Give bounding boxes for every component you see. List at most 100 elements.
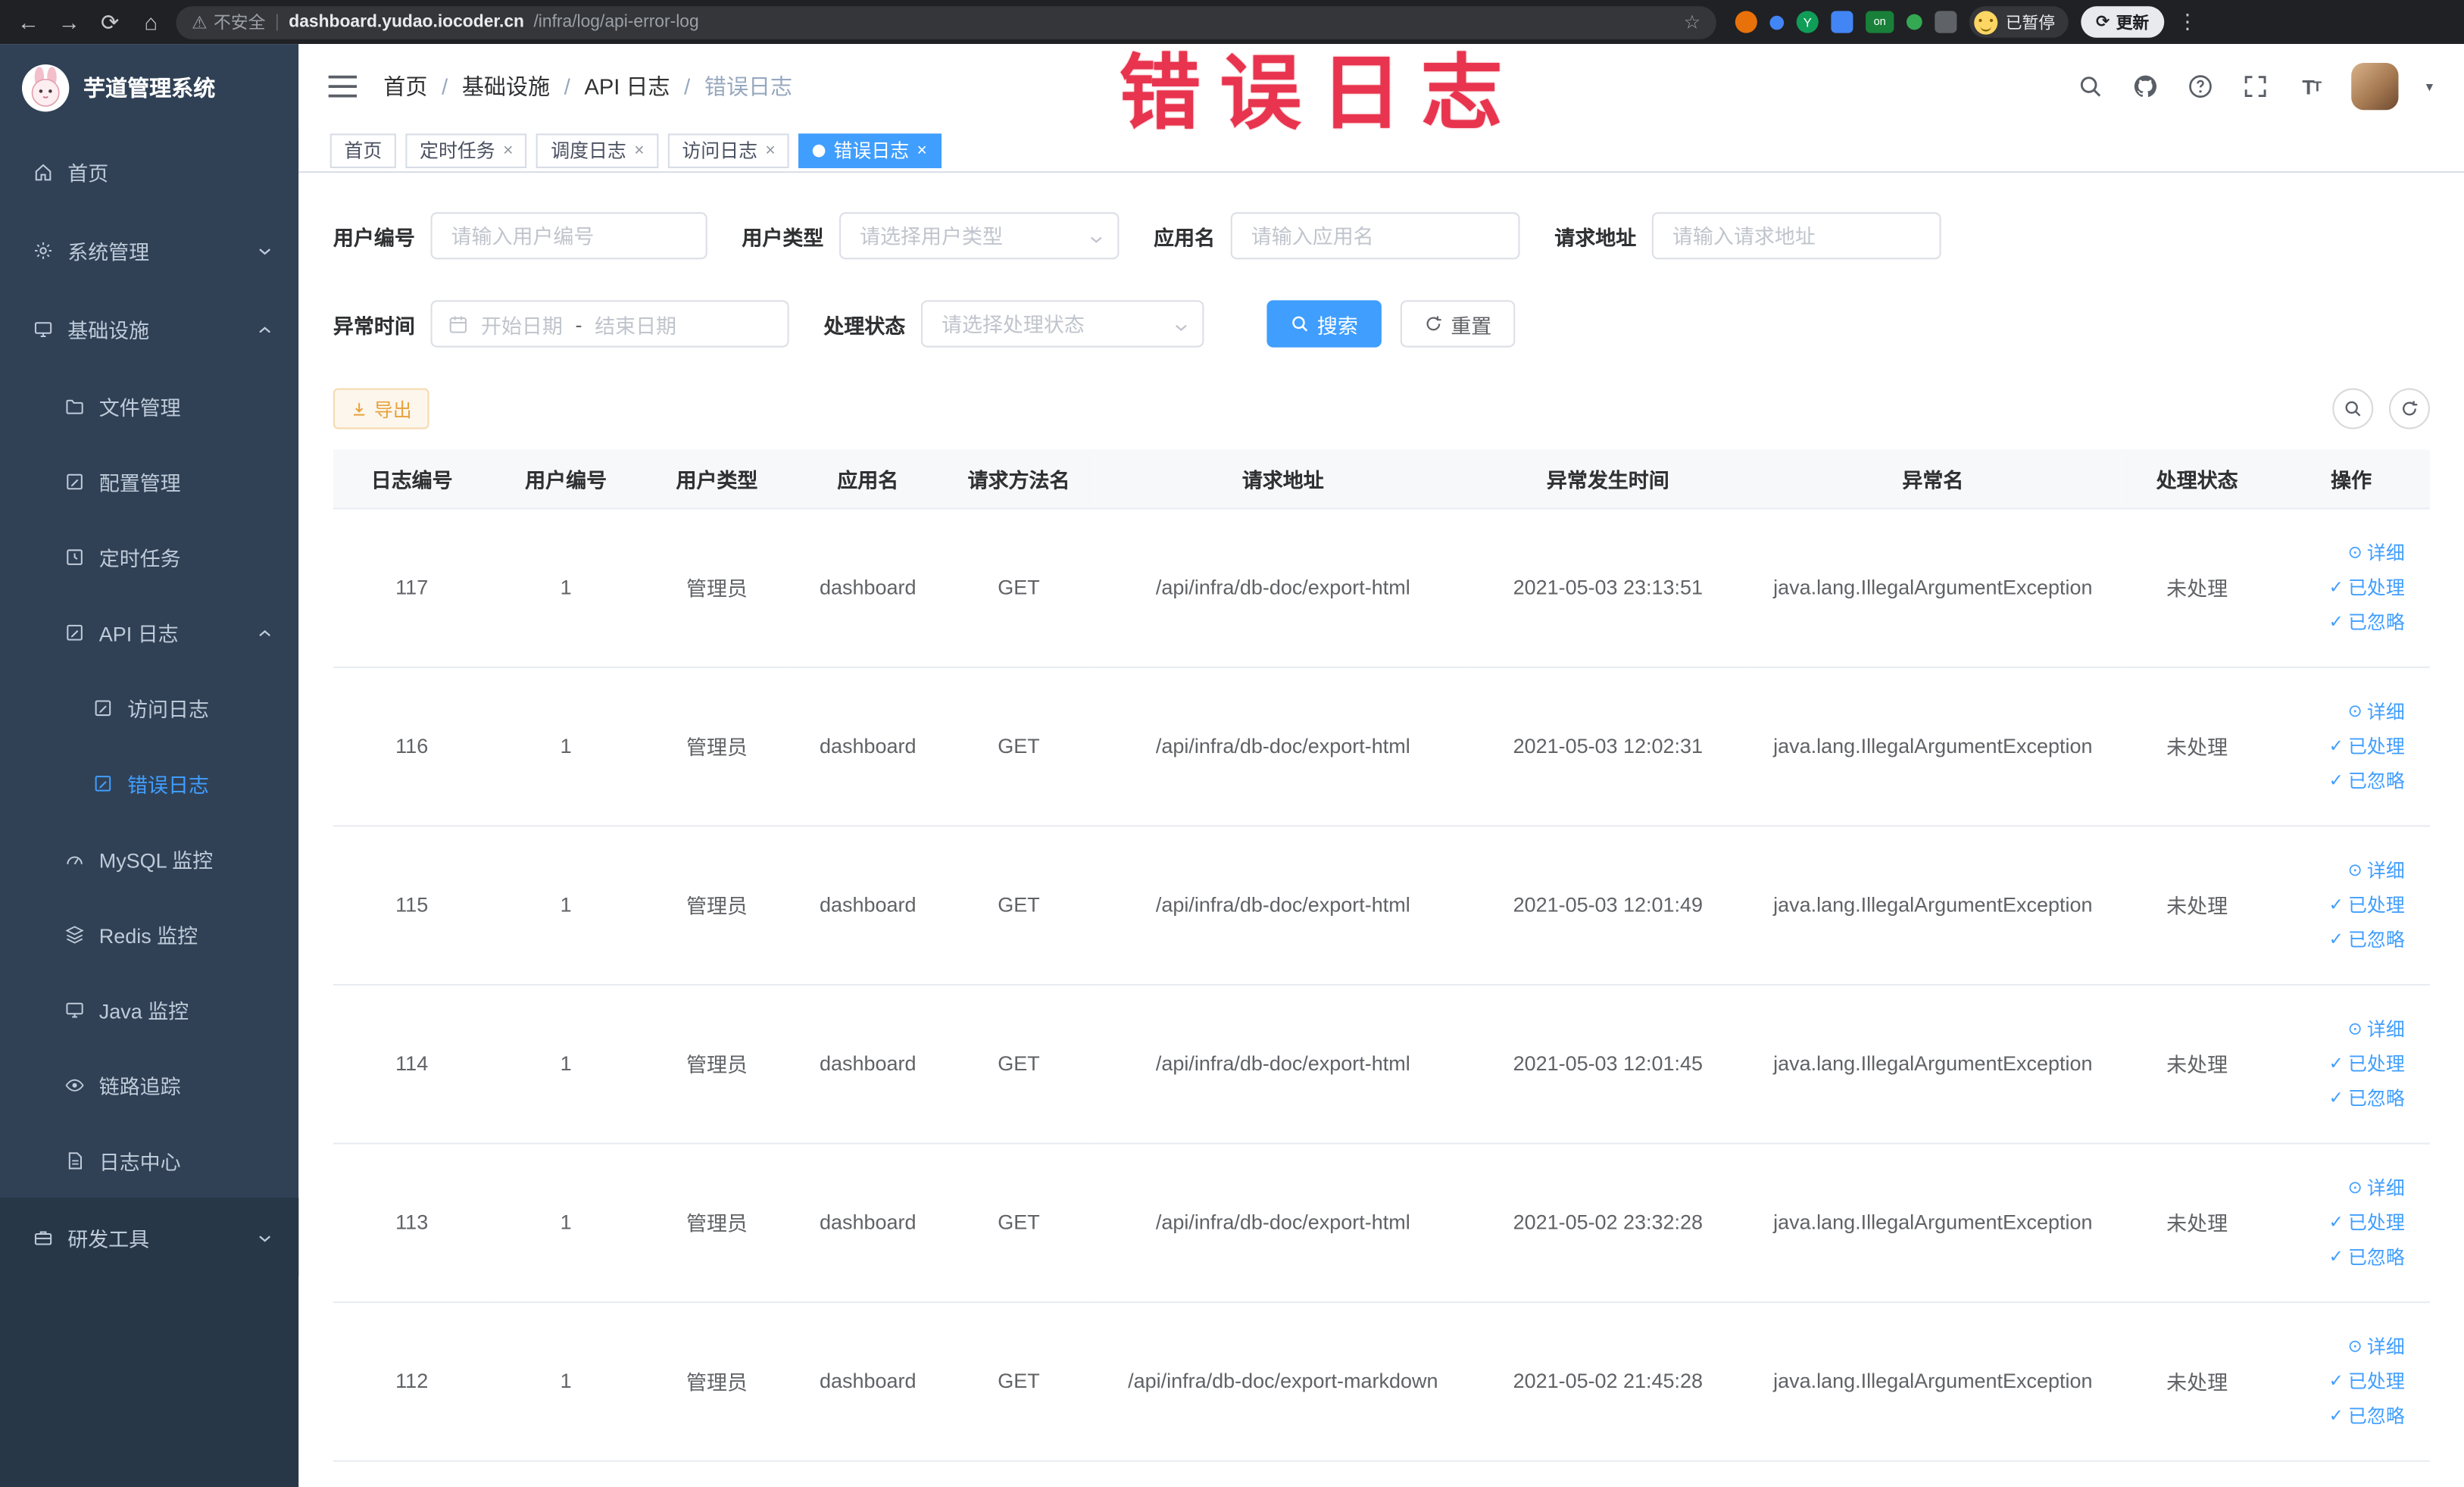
ignored-link[interactable]: ✓ 已忽略 — [2329, 1243, 2405, 1270]
active-dot-icon — [813, 143, 826, 157]
extension-icon[interactable] — [1769, 14, 1785, 30]
processed-link[interactable]: ✓ 已处理 — [2329, 1367, 2405, 1394]
sidebar-item-config-mgmt[interactable]: 配置管理 — [0, 443, 298, 519]
help-icon[interactable] — [2187, 72, 2215, 100]
profile-avatar-icon — [1974, 10, 1998, 34]
close-icon[interactable]: × — [634, 141, 644, 160]
ignored-link[interactable]: ✓ 已忽略 — [2329, 608, 2405, 635]
user-type-select[interactable] — [839, 212, 1120, 260]
filter-process-status: 处理状态 — [823, 300, 1204, 348]
sidebar-item-dev-tools[interactable]: 研发工具 — [0, 1198, 299, 1276]
user-avatar[interactable] — [2352, 63, 2400, 111]
tab-error-log[interactable]: 错误日志 × — [798, 133, 942, 167]
sidebar-item-redis-monitor[interactable]: Redis 监控 — [0, 896, 298, 972]
search-button[interactable]: 搜索 — [1266, 300, 1382, 348]
navbar-tools: TT ▾ — [2077, 63, 2433, 111]
ignored-link[interactable]: ✓ 已忽略 — [2329, 1085, 2405, 1111]
sidebar-item-scheduled-jobs[interactable]: 定时任务 — [0, 519, 298, 595]
date-range-input[interactable]: 开始日期 - 结束日期 — [430, 300, 789, 348]
sidebar-item-api-log[interactable]: API 日志 — [0, 594, 298, 670]
update-icon: ⟳ — [2096, 12, 2110, 32]
detail-link[interactable]: ⊙ 详细 — [2348, 1174, 2405, 1201]
close-icon[interactable]: × — [917, 141, 927, 160]
search-icon — [1292, 316, 1308, 332]
bunny-logo-icon — [22, 64, 70, 112]
browser-menu-icon[interactable]: ⋮ — [2178, 9, 2198, 34]
detail-icon: ⊙ — [2347, 1020, 2363, 1039]
breadcrumb-item[interactable]: 基础设施 — [462, 70, 550, 102]
tab-scheduled-jobs[interactable]: 定时任务 × — [405, 133, 528, 167]
github-icon[interactable] — [2132, 72, 2160, 100]
extension-icon[interactable]: Y — [1796, 11, 1819, 33]
extension-icon[interactable] — [1906, 14, 1922, 30]
processed-link[interactable]: ✓ 已处理 — [2329, 892, 2405, 918]
sidebar-item-mysql-monitor[interactable]: MySQL 监控 — [0, 820, 298, 896]
sidebar-item-infrastructure[interactable]: 基础设施 — [0, 289, 298, 368]
user-id-input[interactable] — [430, 212, 707, 260]
sidebar-item-trace[interactable]: 链路追踪 — [0, 1047, 298, 1123]
hamburger-icon[interactable] — [327, 74, 359, 99]
ignored-link[interactable]: ✓ 已忽略 — [2329, 926, 2405, 952]
sidebar-filler — [0, 1276, 299, 1487]
detail-link[interactable]: ⊙ 详细 — [2348, 1333, 2405, 1360]
extension-icon[interactable] — [1735, 11, 1757, 33]
tabs-bar: 首页 定时任务 × 调度日志 × 访问日志 × 错误日志 × — [298, 129, 2464, 173]
exception-time-label: 异常时间 — [333, 313, 415, 338]
search-toggle-button[interactable] — [2332, 388, 2374, 430]
refresh-button[interactable] — [2389, 388, 2430, 430]
forward-icon[interactable]: → — [54, 6, 86, 38]
app-name-input[interactable] — [1230, 212, 1520, 260]
reset-button[interactable]: 重置 — [1400, 300, 1516, 348]
sidebar-item-file-mgmt[interactable]: 文件管理 — [0, 368, 298, 444]
table-row: 113 1 管理员 dashboard GET /api/infra/db-do… — [333, 1142, 2430, 1303]
back-icon[interactable]: ← — [13, 6, 45, 38]
breadcrumb-item[interactable]: 首页 — [383, 70, 427, 102]
sidebar-item-java-monitor[interactable]: Java 监控 — [0, 971, 298, 1047]
processed-link[interactable]: ✓ 已处理 — [2329, 573, 2405, 600]
close-icon[interactable]: × — [765, 141, 775, 160]
tab-dispatch-log[interactable]: 调度日志 × — [536, 133, 659, 167]
sidebar-item-access-log[interactable]: 访问日志 — [0, 670, 298, 745]
sidebar: 芋道管理系统 首页 系统管理 基础设施 文件管理 配置管理 定时任务 API 日… — [0, 44, 299, 1487]
sidebar-item-home[interactable]: 首页 — [0, 132, 298, 211]
processed-link[interactable]: ✓ 已处理 — [2329, 733, 2405, 759]
breadcrumb-item[interactable]: API 日志 — [584, 70, 670, 102]
ignored-link[interactable]: ✓ 已忽略 — [2329, 767, 2405, 794]
avatar-caret-icon[interactable]: ▾ — [2426, 78, 2433, 95]
bookmark-star-icon[interactable]: ☆ — [1684, 11, 1700, 33]
processed-link[interactable]: ✓ 已处理 — [2329, 1209, 2405, 1236]
detail-link[interactable]: ⊙ 详细 — [2348, 1015, 2405, 1042]
extension-icon[interactable] — [1831, 11, 1853, 33]
browser-update-button[interactable]: ⟳ 更新 — [2080, 6, 2165, 38]
sidebar-item-error-log[interactable]: 错误日志 — [0, 745, 298, 821]
search-icon[interactable] — [2077, 72, 2105, 100]
error-log-table: 日志编号 用户编号 用户类型 应用名 请求方法名 请求地址 异常发生时间 异常名… — [333, 449, 2430, 1461]
profile-chip[interactable]: 已暂停 — [1969, 6, 2068, 38]
url-bar[interactable]: ⚠ 不安全 | dashboard.yudao.iocoder.cn /infr… — [176, 5, 1716, 39]
detail-link[interactable]: ⊙ 详细 — [2348, 698, 2405, 724]
fullscreen-icon[interactable] — [2242, 72, 2270, 100]
security-indicator[interactable]: ⚠ 不安全 — [192, 9, 265, 34]
app-logo: 芋道管理系统 — [0, 44, 298, 132]
reload-icon[interactable]: ⟳ — [95, 6, 126, 38]
export-button[interactable]: 导出 — [333, 388, 429, 430]
process-status-select[interactable] — [921, 300, 1204, 348]
close-icon[interactable]: × — [503, 141, 513, 160]
breadcrumb-separator: / — [442, 73, 448, 99]
ignored-link[interactable]: ✓ 已忽略 — [2329, 1402, 2405, 1429]
processed-link[interactable]: ✓ 已处理 — [2329, 1050, 2405, 1076]
filter-user-id: 用户编号 — [333, 212, 707, 260]
font-size-icon[interactable]: TT — [2297, 72, 2325, 100]
detail-link[interactable]: ⊙ 详细 — [2348, 539, 2405, 566]
puzzle-icon[interactable] — [1935, 11, 1957, 33]
detail-link[interactable]: ⊙ 详细 — [2348, 857, 2405, 883]
tab-access-log[interactable]: 访问日志 × — [667, 133, 790, 167]
tab-home[interactable]: 首页 — [329, 133, 396, 167]
request-url-input[interactable] — [1651, 212, 1941, 260]
detail-icon: ⊙ — [2347, 1179, 2363, 1198]
sidebar-item-log-center[interactable]: 日志中心 — [0, 1123, 298, 1198]
breadcrumb-current: 错误日志 — [704, 73, 793, 99]
browser-home-icon[interactable]: ⌂ — [135, 6, 167, 38]
extension-on-badge[interactable]: on — [1866, 11, 1894, 33]
sidebar-item-system-mgmt[interactable]: 系统管理 — [0, 211, 298, 289]
